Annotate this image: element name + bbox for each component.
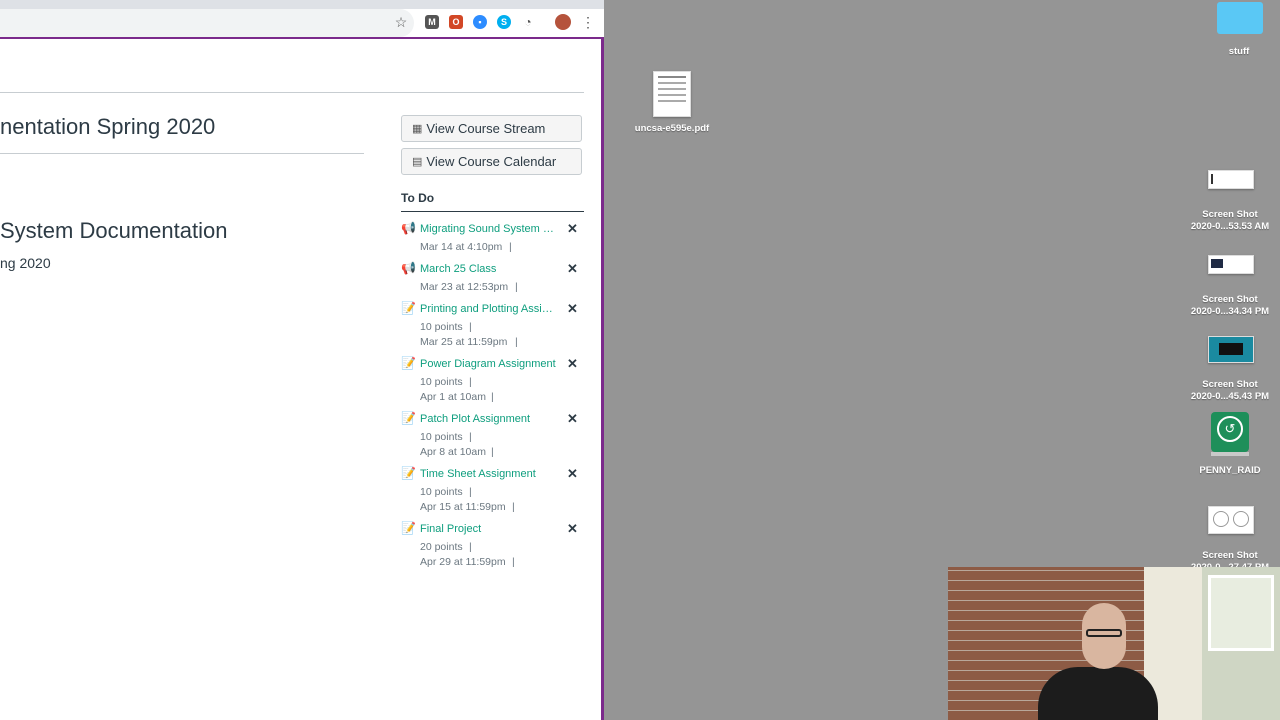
screenshot-label-line2: 2020-0...53.53 AM (1190, 221, 1270, 232)
meta-separator: | (491, 446, 494, 458)
meta-separator: | (469, 376, 472, 388)
star-icon[interactable]: ☆ (394, 14, 408, 30)
assignment-icon: 📝 (401, 356, 416, 370)
meta-separator: | (469, 431, 472, 443)
todo-date: Apr 1 at 10am (420, 391, 486, 403)
zoom-ext-icon[interactable]: ▪ (473, 15, 487, 29)
meta-separator: | (469, 541, 472, 553)
dismiss-icon[interactable]: ✕ (567, 221, 578, 237)
menu-kebab-icon[interactable]: ⋮ (581, 14, 595, 30)
todo-link[interactable]: Time Sheet Assignment (420, 468, 556, 480)
person-face (1082, 603, 1126, 669)
window-background (1202, 567, 1280, 720)
screenshot-thumbnail (1208, 336, 1254, 363)
screenshot-label-line1: Screen Shot (1202, 209, 1258, 220)
page-heading: System Documentation (0, 218, 228, 243)
todo-points: 10 points (420, 321, 463, 333)
todo-link[interactable]: Final Project (420, 523, 556, 535)
page-top-border (0, 37, 604, 39)
assignment-icon: 📝 (401, 466, 416, 480)
title-divider (0, 153, 364, 154)
view-course-calendar-label: View Course Calendar (426, 154, 557, 169)
todo-date: Mar 23 at 12:53pm (420, 281, 509, 293)
todo-date: Apr 15 at 11:59pm (420, 501, 506, 513)
todo-date: Apr 29 at 11:59pm (420, 556, 506, 568)
gmail-ext-icon[interactable]: M (425, 15, 439, 29)
meta-separator: | (512, 501, 515, 513)
dismiss-icon[interactable]: ✕ (567, 301, 578, 317)
screenshot-label-line1: Screen Shot (1202, 294, 1258, 305)
screenshot-thumbnail (1208, 255, 1254, 274)
folder-label: stuff (1228, 46, 1250, 57)
dismiss-icon[interactable]: ✕ (567, 411, 578, 427)
dismiss-icon[interactable]: ✕ (567, 521, 578, 537)
meta-separator: | (515, 336, 518, 348)
address-bar[interactable] (0, 9, 414, 37)
view-course-stream-label: View Course Stream (426, 121, 546, 136)
profile-avatar[interactable] (555, 14, 571, 30)
meta-separator: | (469, 486, 472, 498)
view-course-stream-button[interactable]: ▦ View Course Stream (401, 115, 582, 142)
assignment-icon: 📝 (401, 521, 416, 535)
skype-ext-icon[interactable]: S (497, 15, 511, 29)
announcement-icon: 📢 (401, 261, 416, 275)
folder-icon (1217, 2, 1263, 34)
todo-link[interactable]: March 25 Class (420, 263, 556, 275)
pdf-label: uncsa-e595e.pdf (634, 123, 710, 134)
announcement-icon: 📢 (401, 221, 416, 235)
tab-strip (0, 0, 604, 9)
calendar-icon: ▤ (412, 156, 423, 168)
todo-link[interactable]: Patch Plot Assignment (420, 413, 556, 425)
screenshot-label-line1: Screen Shot (1202, 550, 1258, 561)
person-shoulders (1038, 667, 1158, 720)
pdf-document-icon (653, 71, 691, 117)
header-divider (0, 92, 584, 93)
course-title: nentation Spring 2020 (0, 114, 216, 139)
meta-separator: | (509, 241, 512, 253)
todo-points: 20 points (420, 541, 463, 553)
screenshot-thumbnail (1208, 170, 1254, 189)
screenshot-label-line1: Screen Shot (1202, 379, 1258, 390)
todo-date: Mar 14 at 4:10pm (420, 241, 503, 253)
page-subheading: ng 2020 (0, 255, 51, 271)
todo-link[interactable]: Migrating Sound System D... (420, 223, 556, 235)
office-ext-icon[interactable]: O (449, 15, 463, 29)
webcam-overlay (948, 567, 1280, 720)
dismiss-icon[interactable]: ✕ (567, 261, 578, 277)
todo-heading: To Do (401, 191, 435, 205)
stream-icon: ▦ (412, 123, 423, 135)
meta-separator: | (512, 556, 515, 568)
todo-date: Mar 25 at 11:59pm (420, 336, 508, 348)
dismiss-icon[interactable]: ✕ (567, 466, 578, 482)
todo-link[interactable]: Printing and Plotting Assig... (420, 303, 556, 315)
todo-points: 10 points (420, 486, 463, 498)
todo-points: 10 points (420, 376, 463, 388)
drive-label: PENNY_RAID (1199, 465, 1261, 476)
view-course-calendar-button[interactable]: ▤ View Course Calendar (401, 148, 582, 175)
browser-toolbar: ☆ M O ▪ S ◔ ⋮ (0, 0, 604, 38)
time-machine-drive-icon: ↺ (1211, 412, 1249, 452)
assignment-icon: 📝 (401, 301, 416, 315)
todo-points: 10 points (420, 431, 463, 443)
todo-divider (401, 211, 584, 212)
todo-date: Apr 8 at 10am (420, 446, 486, 458)
screenshot-label-line2: 2020-0...45.43 PM (1190, 391, 1270, 402)
screenshot-label-line2: 2020-0...34.34 PM (1190, 306, 1270, 317)
meta-separator: | (491, 391, 494, 403)
todo-link[interactable]: Power Diagram Assignment (420, 358, 556, 370)
browser-window: ☆ M O ▪ S ◔ ⋮ nentation Spring 2020 Syst… (0, 0, 604, 720)
speed-ext-icon[interactable]: ◔ (521, 15, 535, 29)
meta-separator: | (515, 281, 518, 293)
meta-separator: | (469, 321, 472, 333)
dismiss-icon[interactable]: ✕ (567, 356, 578, 372)
assignment-icon: 📝 (401, 411, 416, 425)
screenshot-thumbnail (1208, 506, 1254, 534)
